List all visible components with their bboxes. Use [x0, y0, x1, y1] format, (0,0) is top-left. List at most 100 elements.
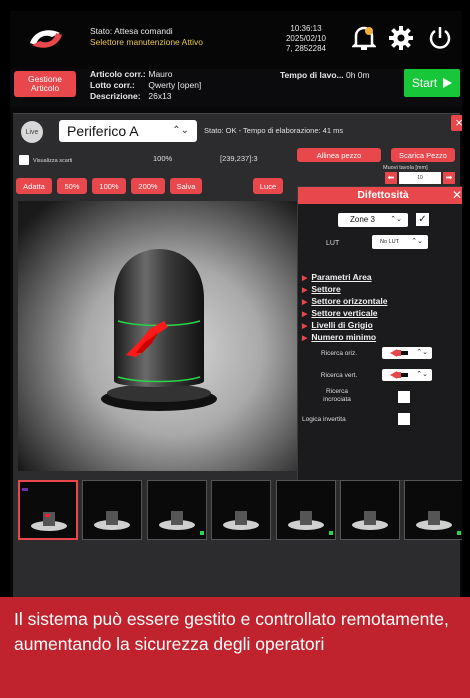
caption-banner: Il sistema può essere gestito e controll…	[0, 597, 470, 698]
light-button[interactable]: Luce	[253, 178, 283, 194]
section-label: Numero minimo	[311, 332, 377, 342]
move-table-stepper: ⬅ 10 ➡	[385, 172, 455, 184]
article-key: Articolo corr.:	[90, 69, 146, 79]
ricerca-oriz-select[interactable]: ⌃⌄	[382, 347, 432, 359]
camera-panel-close-button[interactable]: ×	[451, 115, 462, 131]
notifications-button[interactable]	[346, 19, 382, 57]
maintenance-status: Selettore manutenzione Attivo	[90, 37, 203, 47]
machine-status: Stato: Attesa comandi Selettore manutenz…	[90, 26, 203, 48]
align-piece-button[interactable]: Allinea pezzo	[297, 148, 381, 162]
section-settore[interactable]: ▶ Settore	[302, 284, 341, 294]
start-label: Start	[411, 76, 438, 90]
work-time: Tempo di lavo... 0h 0m	[280, 70, 370, 80]
triangle-right-icon: ▶	[302, 311, 308, 318]
thumbnail[interactable]	[147, 480, 207, 540]
gestione-label-2: Articolo	[30, 83, 60, 93]
chevron-updown-icon: ⌃⌄	[411, 238, 423, 245]
ricerca-incrociata-checkbox[interactable]	[398, 391, 410, 403]
lot-key: Lotto corr.:	[90, 80, 135, 90]
zoom-level: 100%	[153, 154, 173, 163]
settings-button[interactable]	[383, 19, 419, 57]
show-discards-checkbox[interactable]	[19, 155, 29, 165]
time-text: 10:36:13	[290, 24, 322, 33]
save-button[interactable]: Salva	[170, 178, 202, 194]
lot-value: Qwerty [open]	[148, 80, 202, 90]
thumbnail[interactable]	[276, 480, 336, 540]
zone-enabled-checkbox[interactable]: ✓	[416, 213, 429, 226]
work-time-value: 0h 0m	[345, 70, 370, 80]
defect-panel: Difettosità ✕ Zone 3 ⌃⌄ ✓ LUT No LUT ⌃⌄ …	[297, 186, 462, 481]
section-parametri-area[interactable]: ▶ Parametri Area	[302, 272, 372, 282]
power-button[interactable]	[422, 19, 458, 57]
thumbnail[interactable]	[82, 480, 142, 540]
section-label: Settore	[311, 284, 341, 294]
inspection-image	[18, 201, 300, 471]
zoom-50-button[interactable]: 50%	[57, 178, 87, 194]
work-time-key: Tempo di lavo...	[280, 70, 344, 80]
company-logo	[30, 30, 62, 48]
chevron-updown-icon: ⌃⌄	[416, 371, 428, 378]
status-line: Stato: Attesa comandi	[90, 26, 173, 36]
chevron-updown-icon: ⌃⌄	[172, 125, 189, 136]
camera-image[interactable]	[18, 201, 300, 471]
thumbnail[interactable]	[211, 480, 271, 540]
ricerca-vert-label: Ricerca vert.	[320, 372, 358, 379]
ricerca-vert-select[interactable]: ⌃⌄	[382, 369, 432, 381]
ricerca-incrociata-label: Ricerca incrociata	[323, 388, 351, 403]
defect-panel-close-button[interactable]: ✕	[452, 187, 462, 204]
arrow-direction-icon	[390, 349, 408, 357]
section-settore-orizzontale[interactable]: ▶ Settore orizzontale	[302, 296, 387, 306]
lut-value: No LUT	[380, 239, 399, 245]
unload-piece-button[interactable]: Scarica Pezzo	[391, 148, 455, 162]
zoom-fit-button[interactable]: Adatta	[16, 178, 52, 194]
description-value: 26x13	[148, 91, 172, 101]
caption-text: Il sistema può essere gestito e controll…	[14, 609, 449, 654]
zone-select[interactable]: Zone 3 ⌃⌄	[338, 213, 408, 227]
section-numero-minimo[interactable]: ▶ Numero minimo	[302, 332, 376, 342]
zoom-200-button[interactable]: 200%	[131, 178, 165, 194]
thumbnail[interactable]	[404, 480, 462, 540]
ricerca-oriz-label: Ricerca oriz.	[320, 350, 358, 357]
triangle-right-icon: ▶	[302, 323, 308, 330]
app-window: Stato: Attesa comandi Selettore manutenz…	[10, 11, 462, 604]
description-key: Descrizione:	[90, 91, 141, 101]
show-discards-label: Visualizza scarti	[33, 158, 73, 164]
triangle-right-icon: ▶	[302, 299, 308, 306]
thumbnail[interactable]	[340, 480, 400, 540]
camera-select-value: Periferico A	[67, 123, 139, 139]
code-text: 7, 2852284	[285, 44, 327, 53]
date-text: 2025/02/10	[285, 34, 327, 43]
live-label: Live	[25, 128, 39, 136]
start-button[interactable]: Start	[404, 69, 460, 97]
thumbnail[interactable]	[18, 480, 78, 540]
zoom-100-button[interactable]: 100%	[92, 178, 126, 194]
move-table-label: Muovi tavola [mm]	[383, 165, 428, 171]
move-right-button[interactable]: ➡	[443, 172, 455, 184]
zone-value: Zone 3	[350, 215, 375, 224]
article-bar: Gestione Articolo Articolo corr.: Mauro …	[10, 69, 462, 107]
move-value[interactable]: 10	[399, 172, 441, 184]
lut-select[interactable]: No LUT ⌃⌄	[372, 235, 428, 249]
chevron-updown-icon: ⌃⌄	[390, 216, 402, 223]
section-settore-verticale[interactable]: ▶ Settore verticale	[302, 308, 378, 318]
section-livelli-grigio[interactable]: ▶ Livelli di Grigio	[302, 320, 373, 330]
section-label: Parametri Area	[311, 272, 372, 282]
defect-panel-header: Difettosità ✕	[298, 187, 462, 204]
live-button[interactable]: Live	[21, 121, 43, 143]
camera-status: Stato: OK - Tempo di elaborazione: 41 ms	[204, 126, 344, 135]
logica-invertita-checkbox[interactable]	[398, 413, 410, 425]
gestione-articolo-button[interactable]: Gestione Articolo	[14, 71, 76, 97]
article-info: Articolo corr.: Mauro Lotto corr.: Qwert…	[90, 69, 201, 102]
article-value: Mauro	[148, 69, 173, 79]
cursor-coords: [239,237]:3	[220, 154, 258, 163]
camera-select[interactable]: Periferico A ⌃⌄	[59, 120, 197, 142]
bell-icon	[352, 26, 376, 50]
section-label: Livelli di Grigio	[311, 320, 373, 330]
datetime-display: 10:36:13 2025/02/10 7, 2852284	[282, 24, 330, 54]
section-label: Settore orizzontale	[311, 296, 388, 306]
move-left-button[interactable]: ⬅	[385, 172, 397, 184]
camera-panel: × Live Periferico A ⌃⌄ Stato: OK - Tempo…	[13, 113, 462, 603]
chevron-updown-icon: ⌃⌄	[416, 349, 428, 356]
lut-label: LUT	[326, 240, 340, 247]
defect-panel-title: Difettosità	[357, 189, 409, 201]
